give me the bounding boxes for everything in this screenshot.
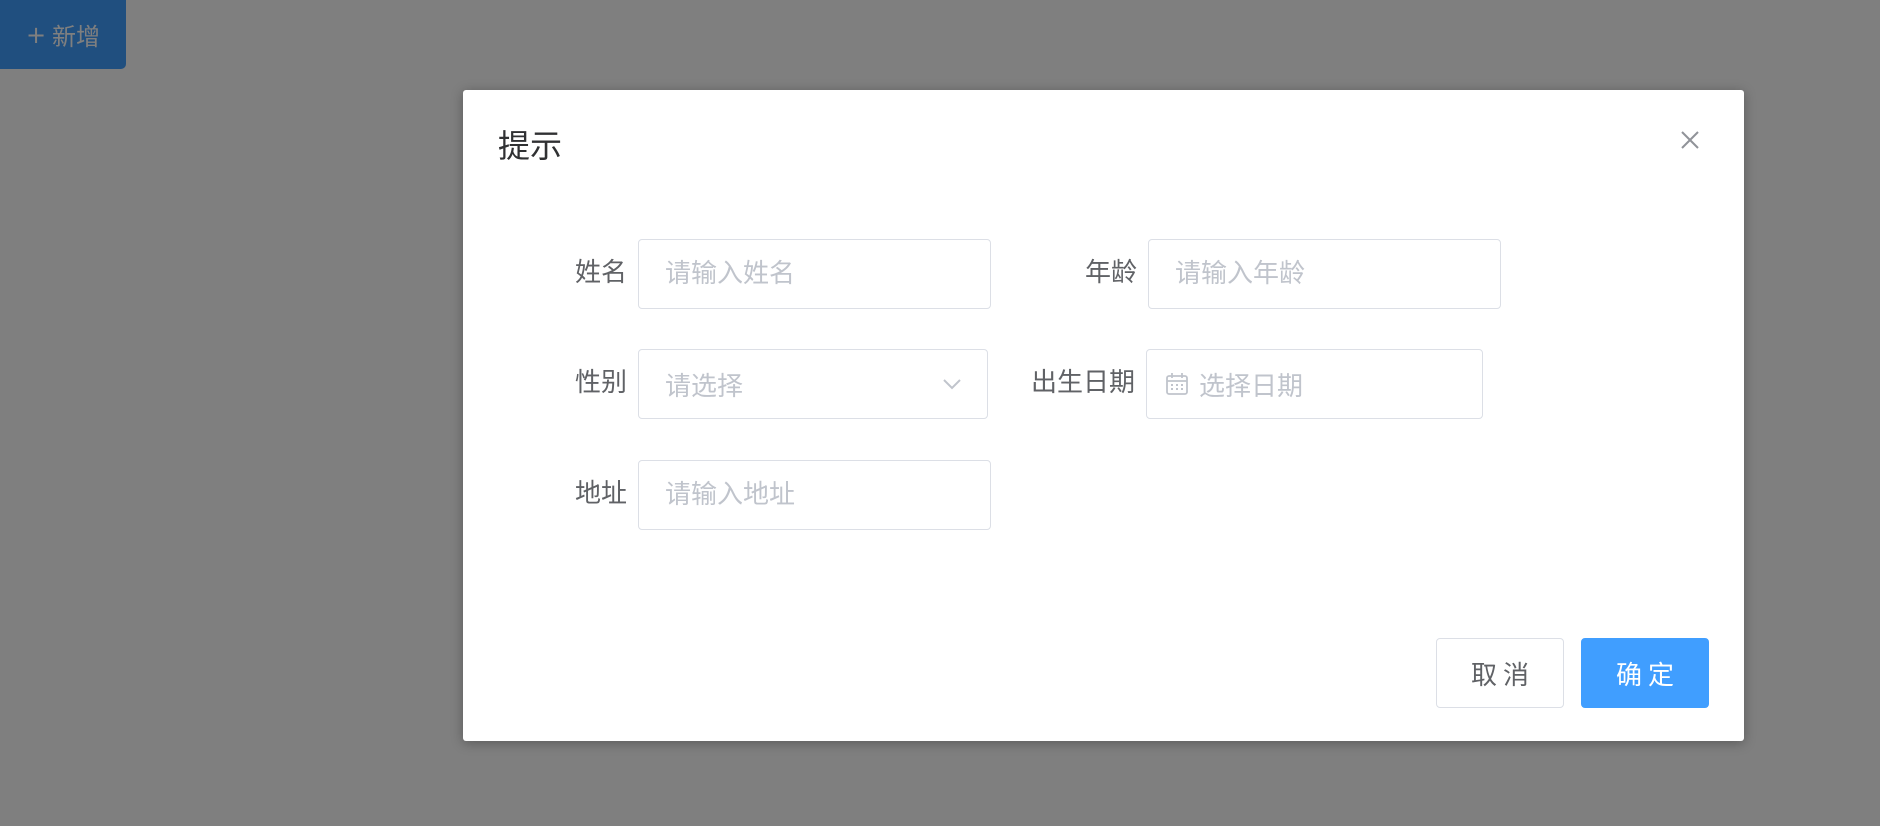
gender-label: 性别	[574, 368, 627, 398]
chevron-down-icon	[943, 379, 961, 390]
address-label: 地址	[574, 479, 627, 509]
gender-placeholder: 请选择	[665, 371, 744, 402]
dialog-title: 提示	[498, 127, 563, 165]
name-label: 姓名	[574, 258, 627, 288]
close-icon	[1681, 131, 1699, 149]
age-label: 年龄	[1084, 258, 1137, 288]
confirm-button[interactable]: 确定	[1581, 638, 1709, 708]
address-input[interactable]	[638, 460, 991, 530]
age-input[interactable]	[1148, 239, 1501, 309]
birthdate-picker[interactable]: 选择日期	[1146, 349, 1483, 419]
dialog: 提示 姓名 年龄 性别 请选择 出生日期	[463, 90, 1744, 741]
name-input[interactable]	[638, 239, 991, 309]
cancel-button[interactable]: 取消	[1436, 638, 1564, 708]
close-button[interactable]	[1674, 124, 1706, 156]
gender-select[interactable]: 请选择	[638, 349, 988, 419]
calendar-icon	[1166, 373, 1188, 395]
page: + 新增 提示 姓名 年龄 性别 请选择 出生日期	[0, 0, 1880, 826]
birthdate-placeholder: 选择日期	[1199, 371, 1304, 402]
birthdate-label: 出生日期	[1030, 368, 1135, 398]
